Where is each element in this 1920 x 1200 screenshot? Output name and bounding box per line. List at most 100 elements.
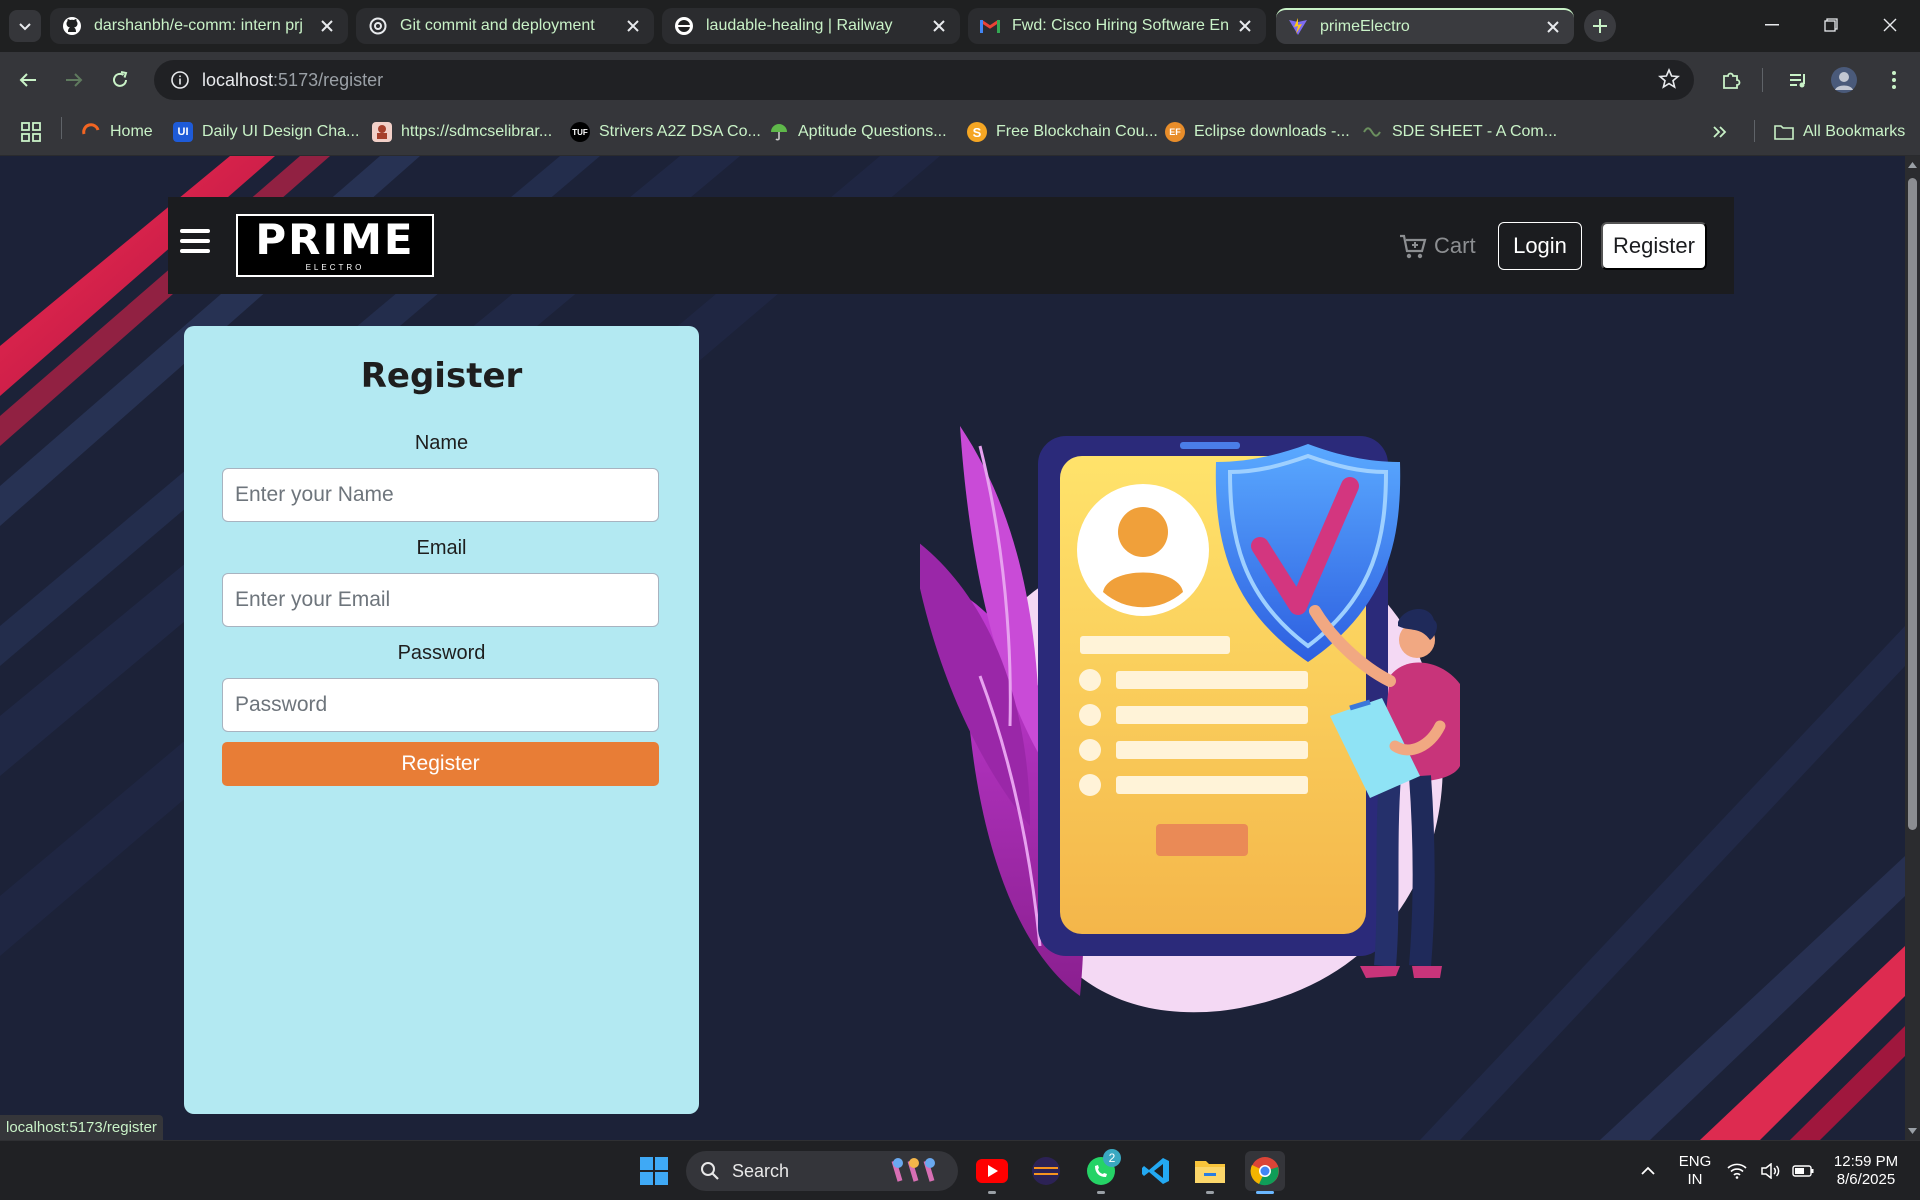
password-input[interactable] <box>222 678 659 732</box>
scrollbar-thumb[interactable] <box>1908 178 1917 830</box>
tab-search-button[interactable] <box>9 10 41 42</box>
back-button[interactable] <box>12 64 44 96</box>
bookmark-eclipse[interactable]: EF Eclipse downloads -... <box>1165 120 1350 144</box>
volume-status[interactable] <box>1756 1151 1786 1191</box>
tray-overflow-button[interactable] <box>1628 1151 1668 1191</box>
register-nav-button[interactable]: Register <box>1601 222 1707 270</box>
bookmarks-divider <box>1754 120 1755 142</box>
close-icon[interactable] <box>1236 17 1254 35</box>
tab-gmail[interactable]: Fwd: Cisco Hiring Software Eng <box>968 8 1266 44</box>
browser-menu-button[interactable] <box>1878 64 1910 96</box>
bookmarks-bar: Home UI Daily UI Design Cha... https://s… <box>0 108 1920 156</box>
close-icon[interactable] <box>318 17 336 35</box>
chevron-up-icon <box>1641 1166 1655 1175</box>
new-tab-button[interactable] <box>1584 10 1616 42</box>
openai-icon <box>368 16 388 36</box>
bookmark-aptitude[interactable]: Aptitude Questions... <box>769 120 947 144</box>
taskbar-chrome[interactable] <box>1245 1151 1285 1194</box>
logo-wordmark: PRIME <box>255 215 415 264</box>
login-button[interactable]: Login <box>1498 222 1582 270</box>
taskbar-youtube[interactable] <box>972 1151 1012 1194</box>
avatar-icon <box>1831 67 1857 93</box>
bookmark-blockchain[interactable]: S Free Blockchain Cou... <box>967 120 1158 144</box>
page-scrollbar[interactable] <box>1905 156 1920 1140</box>
more-vert-icon <box>1892 71 1896 89</box>
bookmark-sde-sheet[interactable]: SDE SHEET - A Com... <box>1363 120 1557 144</box>
site-info-icon[interactable] <box>168 68 192 92</box>
site-logo[interactable]: PRIME ELECTRO <box>236 214 434 277</box>
youtube-icon <box>976 1159 1008 1183</box>
status-bar-url: localhost:5173/register <box>0 1115 163 1140</box>
taskbar-whatsapp[interactable]: 2 <box>1081 1149 1121 1194</box>
arrow-right-icon <box>66 73 83 87</box>
hamburger-line <box>180 249 210 253</box>
double-chevron-right-icon <box>1713 126 1727 138</box>
bookmark-strivers[interactable]: TUF Strivers A2Z DSA Co... <box>570 120 761 144</box>
wifi-status[interactable] <box>1722 1151 1752 1191</box>
tab-chatgpt[interactable]: Git commit and deployment <box>356 8 654 44</box>
apps-divider <box>61 117 62 139</box>
bookmark-label: Free Blockchain Cou... <box>996 123 1158 140</box>
register-submit-button[interactable]: Register <box>222 742 659 786</box>
bookmark-label: Strivers A2Z DSA Co... <box>599 123 761 140</box>
puzzle-icon <box>1723 72 1741 89</box>
taskbar-file-explorer[interactable] <box>1190 1151 1230 1194</box>
bookmark-sdmc-library[interactable]: https://sdmcselibrar... <box>372 120 552 144</box>
start-button[interactable] <box>634 1151 674 1191</box>
umbrella-icon <box>769 122 789 142</box>
battery-icon <box>1792 1165 1814 1177</box>
close-window-button[interactable] <box>1870 8 1910 42</box>
taskbar-eclipse[interactable] <box>1026 1151 1066 1191</box>
email-input[interactable] <box>222 573 659 627</box>
close-icon[interactable] <box>624 17 642 35</box>
chrome-icon <box>1250 1157 1279 1186</box>
clock[interactable]: 12:59 PM 8/6/2025 <box>1826 1153 1906 1189</box>
reload-button[interactable] <box>104 64 136 96</box>
playlist-icon <box>1790 74 1805 88</box>
bookmark-home[interactable]: Home <box>81 120 153 144</box>
tab-primeelectro[interactable]: primeElectro <box>1276 8 1574 44</box>
name-input[interactable] <box>222 468 659 522</box>
browser-toolbar: localhost:5173/register <box>0 52 1920 108</box>
scroll-down-icon[interactable] <box>1908 1126 1917 1136</box>
region-code: IN <box>1687 1171 1703 1188</box>
notification-badge: 2 <box>1103 1149 1121 1167</box>
tab-title: Git commit and deployment <box>400 17 595 34</box>
running-indicator <box>1206 1191 1214 1194</box>
site-navbar: PRIME ELECTRO Cart Login Register <box>168 197 1734 294</box>
tab-title: darshanbh/e-comm: intern prj <box>94 17 303 34</box>
close-icon[interactable] <box>1544 18 1562 36</box>
taskbar-search[interactable]: Search <box>686 1151 958 1191</box>
battery-status[interactable] <box>1788 1151 1818 1191</box>
apps-button[interactable] <box>20 120 42 144</box>
speaker-icon <box>1761 1163 1780 1179</box>
logo-subtext: ELECTRO <box>305 263 365 272</box>
railway-icon <box>674 16 694 36</box>
extensions-button[interactable] <box>1715 64 1747 96</box>
media-controls-button[interactable] <box>1782 64 1814 96</box>
minimize-button[interactable] <box>1752 8 1792 42</box>
star-icon[interactable] <box>1657 67 1681 95</box>
cart-link[interactable]: Cart <box>1398 231 1476 261</box>
tab-github[interactable]: darshanbh/e-comm: intern prj <box>50 8 348 44</box>
address-bar[interactable]: localhost:5173/register <box>154 60 1694 100</box>
taskbar-vscode[interactable] <box>1136 1151 1176 1191</box>
menu-toggle-button[interactable] <box>180 229 210 259</box>
windows-logo-icon <box>640 1157 668 1185</box>
close-icon[interactable] <box>930 17 948 35</box>
hamburger-line <box>180 239 210 243</box>
language-indicator[interactable]: ENG IN <box>1676 1153 1714 1189</box>
all-bookmarks-button[interactable]: All Bookmarks <box>1774 120 1905 144</box>
tab-railway[interactable]: laudable-healing | Railway <box>662 8 960 44</box>
profile-avatar[interactable] <box>1828 64 1860 96</box>
restore-button[interactable] <box>1811 8 1851 42</box>
bookmark-daily-ui[interactable]: UI Daily UI Design Cha... <box>173 120 359 144</box>
search-icon <box>701 1162 719 1180</box>
vite-icon <box>1288 17 1308 37</box>
bookmark-label: Home <box>110 123 153 140</box>
scroll-up-icon[interactable] <box>1908 160 1917 170</box>
more-bookmarks-button[interactable] <box>1712 120 1728 144</box>
forward-button[interactable] <box>58 64 90 96</box>
wifi-icon <box>1727 1163 1747 1179</box>
tab-title: laudable-healing | Railway <box>706 17 893 34</box>
